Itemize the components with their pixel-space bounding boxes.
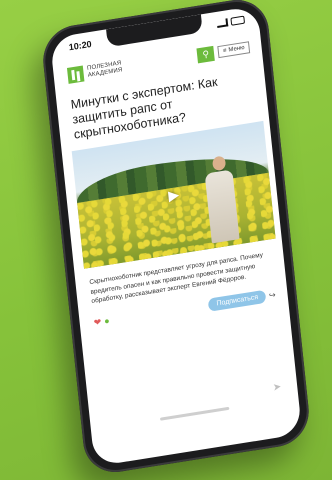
subscribe-group: Подписаться ↪ (207, 288, 276, 312)
phone-device: 10:20 ПОЛЕЗНАЯ АКАДЕМИЯ ⚲ ≡ Меню Минутки… (39, 0, 313, 477)
search-icon: ⚲ (202, 48, 210, 60)
reactions: ❤ ● (93, 315, 110, 328)
reaction-icon[interactable]: ● (104, 315, 111, 327)
site-logo[interactable]: ПОЛЕЗНАЯ АКАДЕМИЯ (66, 59, 123, 84)
play-icon[interactable]: ▶ (165, 186, 182, 204)
header-actions: ⚲ ≡ Меню (196, 40, 251, 63)
like-icon[interactable]: ❤ (93, 316, 102, 328)
subscribe-button[interactable]: Подписаться (207, 289, 267, 312)
share-icon[interactable]: ↪ (268, 290, 276, 300)
home-indicator[interactable] (159, 406, 230, 421)
status-icons (216, 15, 246, 28)
search-button[interactable]: ⚲ (196, 45, 216, 63)
menu-button[interactable]: ≡ Меню (217, 41, 251, 59)
signal-icon (216, 18, 229, 28)
logo-text: ПОЛЕЗНАЯ АКАДЕМИЯ (87, 60, 123, 79)
bottom-bar (89, 382, 300, 445)
status-time: 10:20 (68, 38, 93, 53)
video-player[interactable]: ▶ (71, 120, 276, 269)
battery-icon (230, 15, 246, 26)
logo-mark-icon (66, 65, 85, 84)
menu-label: Меню (228, 44, 245, 54)
menu-icon: ≡ (222, 47, 227, 55)
phone-screen: 10:20 ПОЛЕЗНАЯ АКАДЕМИЯ ⚲ ≡ Меню Минутки… (49, 5, 303, 467)
